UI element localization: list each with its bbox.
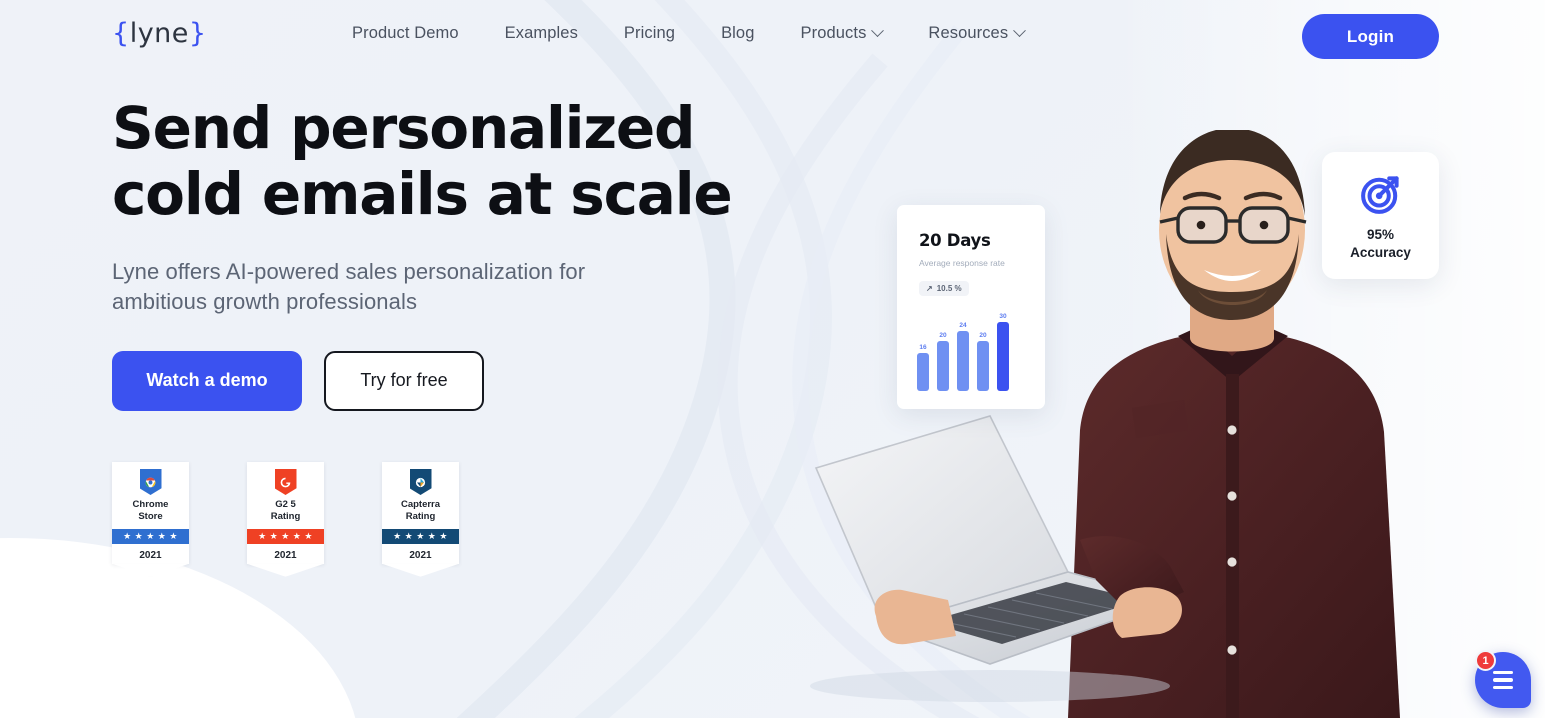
nav-label-resources: Resources (928, 24, 1009, 42)
nav-item-pricing[interactable]: Pricing (624, 24, 675, 43)
capterra-icon (409, 469, 432, 495)
bar-value-label: 20 (939, 332, 947, 339)
chat-line (1493, 685, 1513, 690)
badge-year: 2021 (274, 549, 297, 561)
target-accuracy-icon (1360, 175, 1399, 214)
nav-label-products: Products (800, 24, 867, 42)
bar-column: 24 (957, 313, 969, 391)
main-navigation: Product Demo Examples Pricing Blog Produ… (352, 24, 1027, 43)
badge-title: G2 5 Rating (270, 499, 301, 522)
accuracy-value: 95% (1366, 226, 1395, 242)
nav-item-resources[interactable]: Resources (928, 24, 1027, 43)
logo-wordmark: lyne (129, 18, 189, 49)
bar (917, 353, 929, 391)
g2-icon (274, 469, 297, 495)
bar (977, 341, 989, 391)
badge-year: 2021 (409, 549, 432, 561)
watch-demo-button[interactable]: Watch a demo (112, 350, 302, 411)
nav-item-examples[interactable]: Examples (505, 24, 578, 43)
bar-value-label: 20 (979, 332, 987, 339)
badge-title: Capterra Rating (400, 499, 441, 522)
badge-tail (382, 563, 459, 577)
hero-section: Send personalized cold emails at scale L… (112, 94, 752, 411)
brand-logo[interactable]: {lyne} (112, 18, 207, 49)
bar-value-label: 24 (959, 322, 967, 329)
nav-label-product-demo: Product Demo (352, 24, 459, 42)
chat-unread-badge: 1 (1475, 650, 1496, 671)
try-for-free-button[interactable]: Try for free (324, 350, 484, 411)
badge-title: Chrome Store (132, 499, 169, 522)
bar-chart: 16 20 24 20 30 (917, 313, 1009, 391)
badge-star-rating: ★ ★ ★ ★ ★ (247, 528, 324, 544)
bar (957, 331, 969, 391)
bar-value-label: 16 (919, 344, 927, 351)
chrome-store-icon (139, 469, 162, 495)
badge-body: G2 5 Rating ★ ★ ★ ★ ★ 2021 (247, 462, 324, 564)
nav-label-blog: Blog (721, 24, 755, 42)
badge-star-rating: ★ ★ ★ ★ ★ (382, 528, 459, 544)
bar (937, 341, 949, 391)
chat-line (1493, 678, 1513, 682)
chevron-down-icon (871, 24, 885, 38)
logo-right-brace: } (188, 18, 207, 49)
badge-year: 2021 (139, 549, 162, 561)
site-header: {lyne} Product Demo Examples Pricing Blo… (0, 0, 1545, 73)
badge-g2-rating[interactable]: G2 5 Rating ★ ★ ★ ★ ★ 2021 (247, 462, 324, 577)
nav-item-blog[interactable]: Blog (721, 24, 754, 43)
badge-tail (247, 563, 324, 577)
chart-subtitle: Average response rate (919, 258, 1005, 268)
hero-cta-group: Watch a demo Try for free (112, 350, 752, 411)
bar-column: 16 (917, 313, 929, 391)
bar-column: 20 (977, 313, 989, 391)
review-badges-row: Chrome Store ★ ★ ★ ★ ★ 2021 G2 5 Rating … (112, 462, 459, 577)
bar-value-label: 30 (999, 313, 1007, 320)
page-title: Send personalized cold emails at scale (112, 94, 733, 228)
nav-item-product-demo[interactable]: Product Demo (352, 24, 459, 43)
accuracy-stat-card: 95% Accuracy (1322, 152, 1439, 279)
nav-item-products[interactable]: Products (800, 24, 885, 43)
login-button[interactable]: Login (1302, 14, 1439, 59)
logo-left-brace: { (112, 18, 130, 49)
badge-capterra-rating[interactable]: Capterra Rating ★ ★ ★ ★ ★ 2021 (382, 462, 459, 577)
chart-title: 20 Days (919, 231, 991, 250)
hero-subheadline: Lyne offers AI-powered sales personaliza… (112, 259, 586, 315)
nav-label-examples: Examples (504, 24, 578, 42)
chart-trend-badge: ↗ 10.5 % (919, 281, 969, 296)
trend-value: 10.5 % (936, 284, 962, 293)
bar-highlighted (997, 322, 1009, 391)
chevron-down-icon (1013, 24, 1027, 38)
badge-chrome-store[interactable]: Chrome Store ★ ★ ★ ★ ★ 2021 (112, 462, 189, 577)
trend-up-arrow-icon: ↗ (926, 284, 933, 293)
badge-body: Capterra Rating ★ ★ ★ ★ ★ 2021 (382, 462, 459, 564)
response-rate-chart-card: 20 Days Average response rate ↗ 10.5 % 1… (897, 205, 1045, 409)
chat-widget[interactable]: 1 (1475, 650, 1531, 708)
chat-line (1493, 670, 1513, 675)
bar-column: 30 (997, 313, 1009, 391)
badge-tail (112, 563, 189, 577)
nav-label-pricing: Pricing (623, 24, 676, 42)
accuracy-label: Accuracy (1350, 244, 1411, 260)
bar-column: 20 (937, 313, 949, 391)
badge-body: Chrome Store ★ ★ ★ ★ ★ 2021 (112, 462, 189, 564)
badge-star-rating: ★ ★ ★ ★ ★ (112, 528, 189, 544)
